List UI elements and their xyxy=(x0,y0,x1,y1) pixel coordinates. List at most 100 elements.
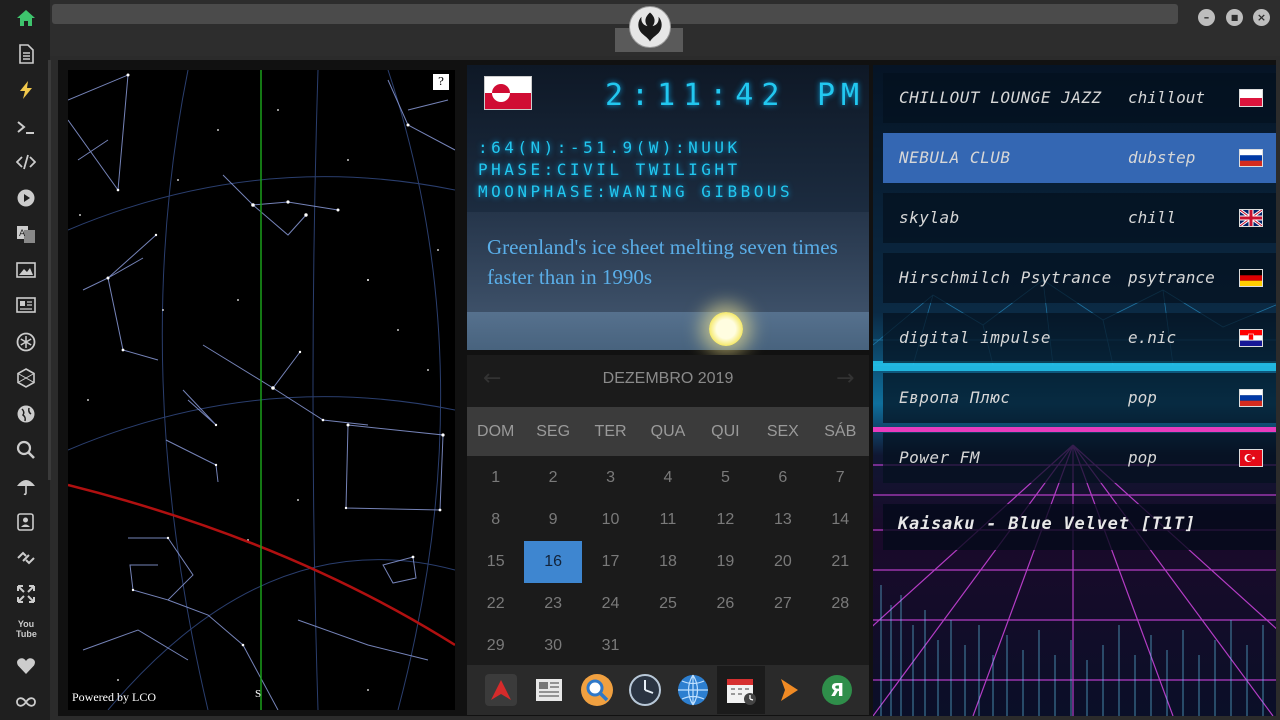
calendar-day[interactable]: 27 xyxy=(754,583,811,625)
sun-phase: PHASE:CIVIL TWILIGHT xyxy=(478,160,741,179)
rebel-alliance-icon[interactable] xyxy=(629,6,671,48)
news-headline[interactable]: Greenland's ice sheet melting seven time… xyxy=(487,232,847,292)
code-icon[interactable] xyxy=(13,149,39,175)
calendar-day-selected[interactable]: 16 xyxy=(524,541,582,583)
station-genre: psytrance xyxy=(1128,268,1215,287)
close-button[interactable]: × xyxy=(1253,9,1270,26)
weekday-sun: DOM xyxy=(477,423,515,440)
sky-map[interactable] xyxy=(68,70,455,710)
calendar-day[interactable]: 5 xyxy=(697,457,754,499)
calendar-month: DEZEMBRO 2019 xyxy=(602,370,734,387)
expand-icon[interactable] xyxy=(13,581,39,607)
calendar-day[interactable]: 20 xyxy=(754,541,811,583)
globe-app-icon[interactable] xyxy=(673,670,713,710)
yandex-letter: Я xyxy=(830,679,844,701)
svg-text:A: A xyxy=(19,229,26,239)
station-name: Европа Плюс xyxy=(899,388,1011,407)
calendar-day[interactable]: 8 xyxy=(467,499,524,541)
sky-compass-south: S xyxy=(255,688,262,700)
document-icon[interactable] xyxy=(13,41,39,67)
news-icon[interactable] xyxy=(13,292,39,318)
calendar-day[interactable]: 2 xyxy=(524,457,581,499)
calendar-day[interactable]: 12 xyxy=(697,499,754,541)
calendar-day[interactable]: 1 xyxy=(467,457,524,499)
address-bar[interactable] xyxy=(52,4,1178,24)
globe-icon[interactable] xyxy=(13,401,39,427)
calendar-day[interactable]: 26 xyxy=(697,583,754,625)
weekday-sat: SÁB xyxy=(824,423,857,440)
calendar-day[interactable]: 15 xyxy=(467,541,524,583)
station-genre: e.nic xyxy=(1128,328,1177,347)
play-app-icon[interactable] xyxy=(769,670,809,710)
station-name: digital impulse xyxy=(899,328,1051,347)
calendar-day[interactable]: 29 xyxy=(467,625,524,667)
sidebar-scrollbar[interactable] xyxy=(48,60,51,480)
infinity-icon[interactable] xyxy=(13,689,39,715)
russia-flag-icon xyxy=(1239,389,1263,407)
sky-map-canvas xyxy=(68,70,455,710)
clock-app-icon[interactable] xyxy=(625,670,665,710)
minimize-button[interactable]: – xyxy=(1198,9,1215,26)
play-icon[interactable] xyxy=(13,185,39,211)
calendar-day[interactable]: 24 xyxy=(582,583,639,625)
maximize-button[interactable]: ■ xyxy=(1226,9,1243,26)
calendar-day[interactable]: 28 xyxy=(812,583,869,625)
contact-icon[interactable] xyxy=(13,509,39,535)
clock-ampm: PM xyxy=(817,78,866,113)
hexagon-icon[interactable] xyxy=(13,365,39,391)
calendar-day[interactable]: 6 xyxy=(754,457,811,499)
calendar-day[interactable]: 19 xyxy=(697,541,754,583)
weekday-wed: QUA xyxy=(650,423,686,440)
calendar-day[interactable]: 7 xyxy=(812,457,869,499)
station-item[interactable]: digital impulse e.nic xyxy=(883,313,1276,363)
image-icon[interactable] xyxy=(13,257,39,283)
search-app-icon[interactable] xyxy=(577,670,617,710)
calendar-day[interactable]: 11 xyxy=(639,499,696,541)
calendar-day[interactable]: 9 xyxy=(524,499,581,541)
translate-icon[interactable]: A xyxy=(13,221,39,247)
station-item[interactable]: Hirschmilch Psytrance psytrance xyxy=(883,253,1276,303)
turkey-flag-icon xyxy=(1239,449,1263,467)
station-item[interactable]: NEBULA CLUB dubstep xyxy=(883,133,1276,183)
news-app-icon[interactable] xyxy=(529,670,569,710)
calendar-day[interactable]: 10 xyxy=(582,499,639,541)
sky-powered-by[interactable]: Powered by LCO xyxy=(72,690,156,705)
calendar-day[interactable]: 17 xyxy=(582,541,639,583)
minimize-label: – xyxy=(1203,11,1210,24)
home-icon[interactable] xyxy=(13,5,39,31)
calendar-day[interactable]: 23 xyxy=(524,583,581,625)
station-item[interactable]: skylab chill xyxy=(883,193,1276,243)
sky-help-button[interactable]: ? xyxy=(433,74,449,90)
calendar-day[interactable]: 21 xyxy=(812,541,869,583)
link-icon[interactable] xyxy=(13,545,39,571)
youtube-icon[interactable]: You Tube xyxy=(13,616,39,642)
calendar-day[interactable]: 13 xyxy=(754,499,811,541)
poland-flag-icon xyxy=(1239,89,1263,107)
yandex-app-icon[interactable]: Я xyxy=(817,670,857,710)
station-item[interactable]: CHILLOUT LOUNGE JAZZ chillout xyxy=(883,73,1276,123)
calendar-day[interactable]: 3 xyxy=(582,457,639,499)
calendar-day[interactable]: 22 xyxy=(467,583,524,625)
calendar-day[interactable]: 31 xyxy=(582,625,639,667)
calendar-day[interactable]: 18 xyxy=(639,541,696,583)
aperture-icon[interactable] xyxy=(13,329,39,355)
calendar-day[interactable]: 14 xyxy=(812,499,869,541)
lightning-icon[interactable] xyxy=(13,77,39,103)
station-item[interactable]: Power FM pop xyxy=(883,433,1276,483)
calendar-day[interactable]: 4 xyxy=(639,457,696,499)
heart-icon[interactable] xyxy=(13,653,39,679)
station-item[interactable]: Европа Плюс pop xyxy=(883,373,1276,423)
calendar-app-icon[interactable] xyxy=(717,666,765,714)
russia-flag-icon xyxy=(1239,149,1263,167)
calendar-day[interactable]: 25 xyxy=(639,583,696,625)
terminal-icon[interactable] xyxy=(13,114,39,140)
calendar-weekdays: DOM SEG TER QUA QUI SEX SÁB xyxy=(467,407,869,456)
location-coords: :64(N):-51.9(W):NUUK xyxy=(478,138,741,157)
weekday-mon: SEG xyxy=(536,423,571,440)
app-launcher-icon[interactable] xyxy=(481,670,521,710)
umbrella-icon[interactable] xyxy=(13,473,39,499)
search-icon[interactable] xyxy=(13,437,39,463)
station-genre: pop xyxy=(1128,388,1157,407)
greenland-flag-icon xyxy=(484,76,532,110)
calendar-day[interactable]: 30 xyxy=(524,625,581,667)
